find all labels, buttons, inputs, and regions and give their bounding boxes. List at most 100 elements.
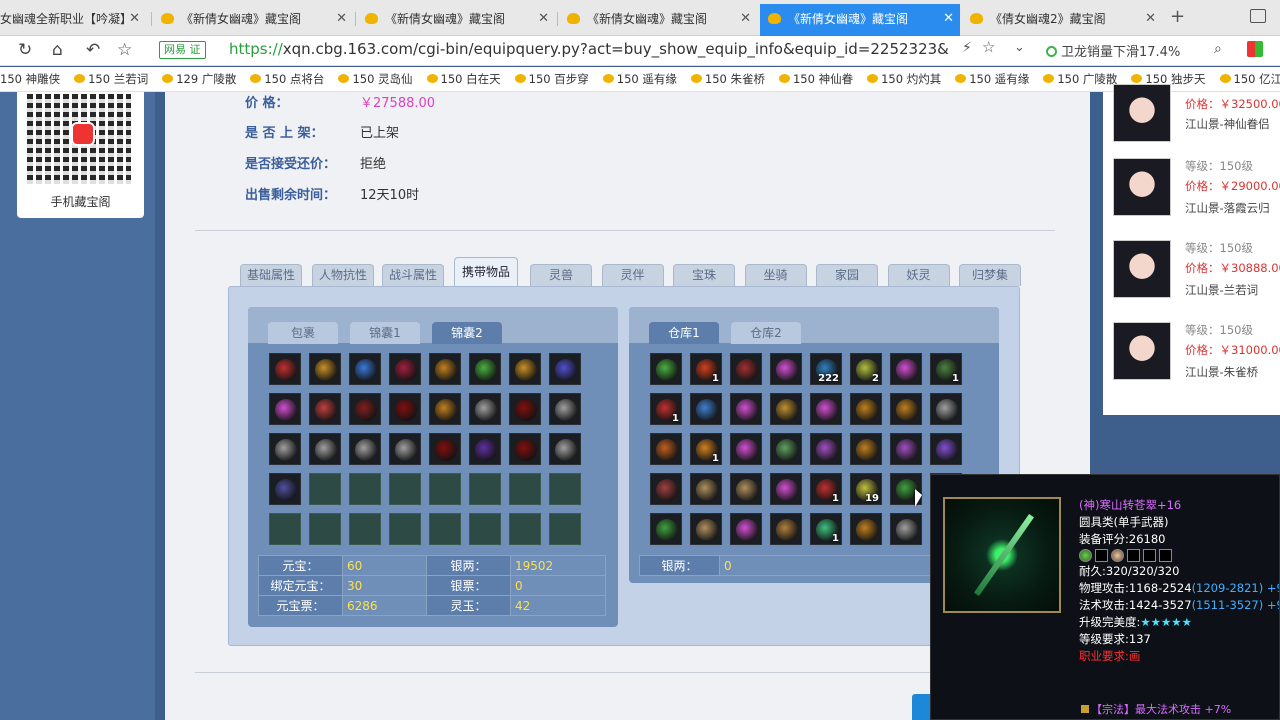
storage-item-slot[interactable]	[650, 433, 682, 465]
skin-icon[interactable]	[1250, 9, 1266, 23]
bag-item-slot[interactable]	[349, 433, 381, 465]
bag-empty-slot[interactable]	[429, 473, 461, 505]
bag-item-slot[interactable]	[429, 433, 461, 465]
storage-item-slot[interactable]	[810, 433, 842, 465]
storage-item-slot[interactable]: 1	[930, 353, 962, 385]
news-ticker[interactable]: 卫龙销量下滑17.4%	[1046, 41, 1180, 60]
bag-item-slot[interactable]	[469, 393, 501, 425]
storage-item-slot[interactable]	[690, 473, 722, 505]
bag-empty-slot[interactable]	[549, 513, 581, 545]
storage-item-slot[interactable]: 19	[850, 473, 882, 505]
bag-empty-slot[interactable]	[389, 513, 421, 545]
tab-page-1[interactable]: 人物抗性	[312, 264, 374, 286]
tab-storage1[interactable]: 仓库1	[649, 322, 719, 344]
storage-item-slot[interactable]	[890, 353, 922, 385]
bag-item-slot[interactable]	[429, 393, 461, 425]
tab-1[interactable]: 《新倩女幽魂》藏宝阁 ✕	[153, 4, 353, 36]
avatar[interactable]	[1113, 84, 1171, 142]
tab-5[interactable]: 《倩女幽魂2》藏宝阁 ✕	[962, 4, 1162, 36]
bag-empty-slot[interactable]	[349, 513, 381, 545]
chevron-down-icon[interactable]: ⌄	[1014, 40, 1025, 55]
avatar[interactable]	[1113, 322, 1171, 380]
storage-item-slot[interactable]	[730, 393, 762, 425]
storage-item-slot[interactable]: 2	[850, 353, 882, 385]
item-name[interactable]: 江山景-神仙眷侣	[1185, 116, 1270, 132]
search-icon[interactable]: ⌕	[1214, 41, 1222, 57]
close-icon[interactable]: ✕	[943, 4, 954, 34]
bag-item-slot[interactable]	[269, 433, 301, 465]
item-name[interactable]: 江山景-朱雀桥	[1185, 364, 1258, 380]
bag-empty-slot[interactable]	[349, 473, 381, 505]
avatar[interactable]	[1113, 240, 1171, 298]
storage-item-slot[interactable]	[890, 513, 922, 545]
bag-empty-slot[interactable]	[509, 513, 541, 545]
tab-pouch2[interactable]: 锦囊2	[432, 322, 502, 344]
bag-item-slot[interactable]	[269, 393, 301, 425]
url-field[interactable]: 网易 证 https://xqn.cbg.163.com/cgi-bin/equ…	[157, 39, 1007, 63]
tab-bag[interactable]: 包裹	[268, 322, 338, 344]
bookmark-item[interactable]: 150 遥有缘	[602, 67, 677, 91]
bag-item-slot[interactable]	[349, 353, 381, 385]
bag-empty-slot[interactable]	[549, 473, 581, 505]
bag-item-slot[interactable]	[389, 393, 421, 425]
storage-item-slot[interactable]	[850, 393, 882, 425]
storage-item-slot[interactable]: 1	[650, 393, 682, 425]
similar-item[interactable]: 等级：150级 价格：￥30888.00 江山景-兰若词	[1113, 240, 1280, 310]
avatar[interactable]	[1113, 158, 1171, 216]
bag-item-slot[interactable]	[309, 393, 341, 425]
bookmark-item[interactable]: 150 白在天	[426, 67, 501, 91]
undo-icon[interactable]: ↶	[86, 40, 100, 60]
storage-item-slot[interactable]	[850, 433, 882, 465]
bookmark-item[interactable]: 150 点将台	[250, 67, 324, 91]
tab-pouch1[interactable]: 锦囊1	[350, 322, 420, 344]
tab-page-9[interactable]: 妖灵	[887, 264, 950, 286]
bag-item-slot[interactable]	[309, 353, 341, 385]
storage-item-slot[interactable]: 222	[810, 353, 842, 385]
bag-item-slot[interactable]	[509, 393, 541, 425]
bag-item-slot[interactable]	[549, 393, 581, 425]
bookmark-item[interactable]: 150 神雕侠	[0, 67, 60, 91]
storage-item-slot[interactable]	[890, 393, 922, 425]
storage-item-slot[interactable]	[650, 513, 682, 545]
bag-item-slot[interactable]	[349, 393, 381, 425]
storage-item-slot[interactable]	[770, 513, 802, 545]
storage-item-slot[interactable]	[850, 513, 882, 545]
bag-item-slot[interactable]	[469, 433, 501, 465]
tab-3[interactable]: 《新倩女幽魂》藏宝阁 ✕	[559, 4, 757, 36]
bookmark-item[interactable]: 150 灵岛仙	[338, 67, 413, 91]
close-icon[interactable]: ✕	[129, 4, 140, 34]
storage-item-slot[interactable]: 1	[810, 513, 842, 545]
storage-item-slot[interactable]: 1	[810, 473, 842, 505]
bag-item-slot[interactable]	[509, 433, 541, 465]
storage-item-slot[interactable]: 1	[690, 353, 722, 385]
tab-page-2[interactable]: 战斗属性	[382, 264, 444, 286]
bookmark-item[interactable]: 150 朱雀桥	[690, 67, 765, 91]
storage-item-slot[interactable]	[930, 433, 962, 465]
bookmark-item[interactable]: 150 兰若词	[74, 67, 148, 91]
bag-item-slot[interactable]	[309, 433, 341, 465]
bag-empty-slot[interactable]	[469, 513, 501, 545]
tab-page-6[interactable]: 宝珠	[673, 264, 735, 286]
storage-item-slot[interactable]: 1	[690, 433, 722, 465]
bookmark-item[interactable]: 150 遥有缘	[955, 67, 1029, 91]
close-icon[interactable]: ✕	[336, 4, 347, 34]
similar-item[interactable]: 等级：150级 价格：￥29000.00 江山景-落霞云归	[1113, 158, 1280, 228]
bookmark-item[interactable]: 150 百步穿	[514, 67, 589, 91]
storage-item-slot[interactable]	[770, 393, 802, 425]
bag-empty-slot[interactable]	[309, 513, 341, 545]
storage-item-slot[interactable]	[690, 393, 722, 425]
item-name[interactable]: 江山景-落霞云归	[1185, 200, 1270, 216]
tab-page-7[interactable]: 坐骑	[744, 264, 807, 286]
bag-empty-slot[interactable]	[509, 473, 541, 505]
tab-storage2[interactable]: 仓库2	[731, 322, 801, 344]
item-name[interactable]: 江山景-兰若词	[1185, 282, 1258, 298]
tab-page-0[interactable]: 基础属性	[240, 264, 302, 286]
float-button[interactable]	[912, 694, 930, 720]
bag-item-slot[interactable]	[389, 433, 421, 465]
reload-icon[interactable]: ↻	[18, 40, 32, 60]
storage-item-slot[interactable]	[650, 353, 682, 385]
storage-item-slot[interactable]	[650, 473, 682, 505]
bag-item-slot[interactable]	[469, 353, 501, 385]
storage-item-slot[interactable]	[770, 353, 802, 385]
storage-item-slot[interactable]	[890, 433, 922, 465]
